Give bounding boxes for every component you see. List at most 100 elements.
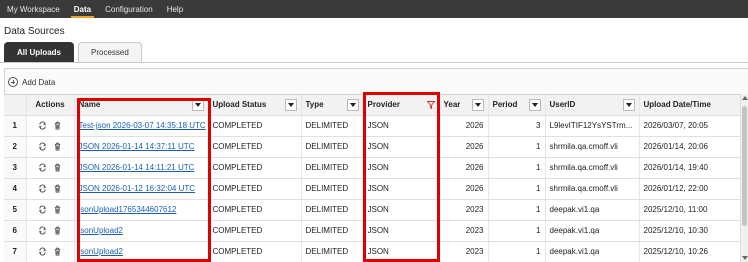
cell-year: 2023 [439, 220, 489, 242]
row-actions [26, 136, 75, 158]
cell-period: 1 [488, 199, 546, 221]
row-number: 4 [4, 178, 27, 200]
upload-name-link[interactable]: Test-json 2026-03-07 14:35:18 UTC [79, 121, 206, 130]
cell-type: DELIMITED [301, 178, 364, 200]
tab-all-uploads[interactable]: All Uploads [4, 42, 75, 62]
refresh-icon[interactable] [38, 247, 47, 256]
row-actions [26, 199, 75, 221]
cell-provider: JSON [363, 220, 440, 242]
tab-processed[interactable]: Processed [78, 42, 142, 62]
upload-name-link[interactable]: jsonUpload1765344607612 [79, 205, 177, 214]
upload-tabs: All Uploads Processed [4, 42, 146, 62]
trash-icon[interactable] [53, 247, 62, 256]
cell-provider: JSON [363, 136, 440, 158]
refresh-icon[interactable] [38, 184, 47, 193]
cell-upload-date: 2025/12/10, 10:30 [639, 220, 740, 242]
trash-icon[interactable] [53, 184, 62, 193]
status-sort-dropdown[interactable] [284, 98, 297, 111]
cell-userid: deepak.vi1.qa [545, 199, 640, 221]
row-actions [26, 241, 75, 262]
cell-period: 1 [488, 157, 546, 179]
scroll-down-arrow-icon[interactable] [741, 254, 748, 262]
cell-upload-date: 2026/01/12, 22:00 [639, 178, 740, 200]
row-actions [26, 220, 75, 242]
nav-my-workspace[interactable]: My Workspace [0, 0, 67, 18]
cell-period: 1 [488, 136, 546, 158]
cell-status: COMPLETED [208, 136, 302, 158]
cell-name: JSON 2026-01-12 16:32:04 UTC [74, 178, 209, 200]
row-number: 2 [4, 136, 27, 158]
cell-userid: L9levITIF12YsYSTrm... [545, 115, 640, 137]
cell-period: 1 [488, 220, 546, 242]
refresh-icon[interactable] [38, 226, 47, 235]
trash-icon[interactable] [53, 163, 62, 172]
refresh-icon[interactable] [38, 121, 47, 130]
type-sort-dropdown[interactable] [346, 98, 359, 111]
upload-name-link[interactable]: JSON 2026-01-14 14:11:21 UTC [79, 163, 195, 172]
year-sort-dropdown[interactable] [471, 98, 484, 111]
row-number: 1 [4, 115, 27, 137]
scroll-thumb[interactable] [742, 106, 747, 226]
top-navigation: My Workspace Data Configuration Help [0, 0, 748, 18]
refresh-icon[interactable] [38, 142, 47, 151]
table-row[interactable]: 7 jsonUpload2 COMPLETED DELIMITED JSON 2023 1 d… [4, 241, 740, 262]
trash-icon[interactable] [53, 142, 62, 151]
header-upload-date[interactable]: Upload Date/Time [639, 95, 740, 116]
cell-year: 2023 [439, 241, 489, 262]
table-row[interactable]: 3 JSON 2026-01-14 14:11:21 UTC COMPLETED DE… [4, 157, 740, 179]
userid-sort-dropdown[interactable] [622, 98, 635, 111]
upload-name-link[interactable]: JSON 2026-01-12 16:32:04 UTC [79, 184, 196, 193]
cell-type: DELIMITED [301, 220, 364, 242]
header-period[interactable]: Period [488, 95, 546, 116]
cell-type: DELIMITED [301, 115, 364, 137]
cell-userid: shrmila.qa.cmoff.vli [545, 136, 640, 158]
cell-status: COMPLETED [208, 115, 302, 137]
scroll-up-arrow-icon[interactable] [741, 94, 748, 102]
refresh-icon[interactable] [38, 205, 47, 214]
period-sort-dropdown[interactable] [528, 98, 541, 111]
cell-type: DELIMITED [301, 241, 364, 262]
header-upload-status[interactable]: Upload Status [208, 95, 302, 116]
filter-icon[interactable] [426, 100, 435, 109]
upload-name-link[interactable]: jsonUpload2 [79, 247, 123, 256]
upload-name-link[interactable]: JSON 2026-01-14 14:37:11 UTC [79, 142, 195, 151]
trash-icon[interactable] [53, 205, 62, 214]
cell-year: 2026 [439, 157, 489, 179]
upload-name-link[interactable]: jsonUpload2 [79, 226, 123, 235]
cell-provider: JSON [363, 199, 440, 221]
cell-status: COMPLETED [208, 157, 302, 179]
header-userid[interactable]: UserID [545, 95, 640, 116]
refresh-icon[interactable] [38, 163, 47, 172]
cell-provider: JSON [363, 241, 440, 262]
cell-upload-date: 2026/03/07, 20:05 [639, 115, 740, 137]
nav-help[interactable]: Help [160, 0, 190, 18]
cell-userid: deepak.vi1.qa [545, 220, 640, 242]
header-provider[interactable]: Provider [363, 95, 440, 116]
table-row[interactable]: 6 jsonUpload2 COMPLETED DELIMITED JSON 2023 1 d… [4, 220, 740, 242]
table-row[interactable]: 1 Test-json 2026-03-07 14:35:18 UTC COMPLE… [4, 115, 740, 137]
cell-year: 2026 [439, 136, 489, 158]
nav-configuration[interactable]: Configuration [98, 0, 160, 18]
grid-scrollbar[interactable] [740, 94, 748, 262]
plus-circle-icon [8, 77, 18, 87]
cell-status: COMPLETED [208, 199, 302, 221]
nav-data[interactable]: Data [67, 0, 98, 18]
add-data-button[interactable]: Add Data [8, 77, 55, 87]
cell-userid: shrmila.qa.cmoff.vli [545, 157, 640, 179]
trash-icon[interactable] [53, 121, 62, 130]
table-row[interactable]: 2 JSON 2026-01-14 14:37:11 UTC COMPLETED DE… [4, 136, 740, 158]
trash-icon[interactable] [53, 226, 62, 235]
cell-provider: JSON [363, 157, 440, 179]
cell-type: DELIMITED [301, 199, 364, 221]
header-actions: Actions [26, 95, 75, 116]
header-year[interactable]: Year [439, 95, 489, 116]
cell-type: DELIMITED [301, 157, 364, 179]
table-row[interactable]: 5 jsonUpload1765344607612 COMPLETED DELIMIT… [4, 199, 740, 221]
name-sort-dropdown[interactable] [191, 98, 204, 111]
page-title: Data Sources [4, 26, 65, 37]
cell-name: jsonUpload1765344607612 [74, 199, 209, 221]
cell-period: 3 [488, 115, 546, 137]
header-type[interactable]: Type [301, 95, 364, 116]
header-name[interactable]: Name [74, 95, 209, 116]
table-row[interactable]: 4 JSON 2026-01-12 16:32:04 UTC COMPLETED DE… [4, 178, 740, 200]
